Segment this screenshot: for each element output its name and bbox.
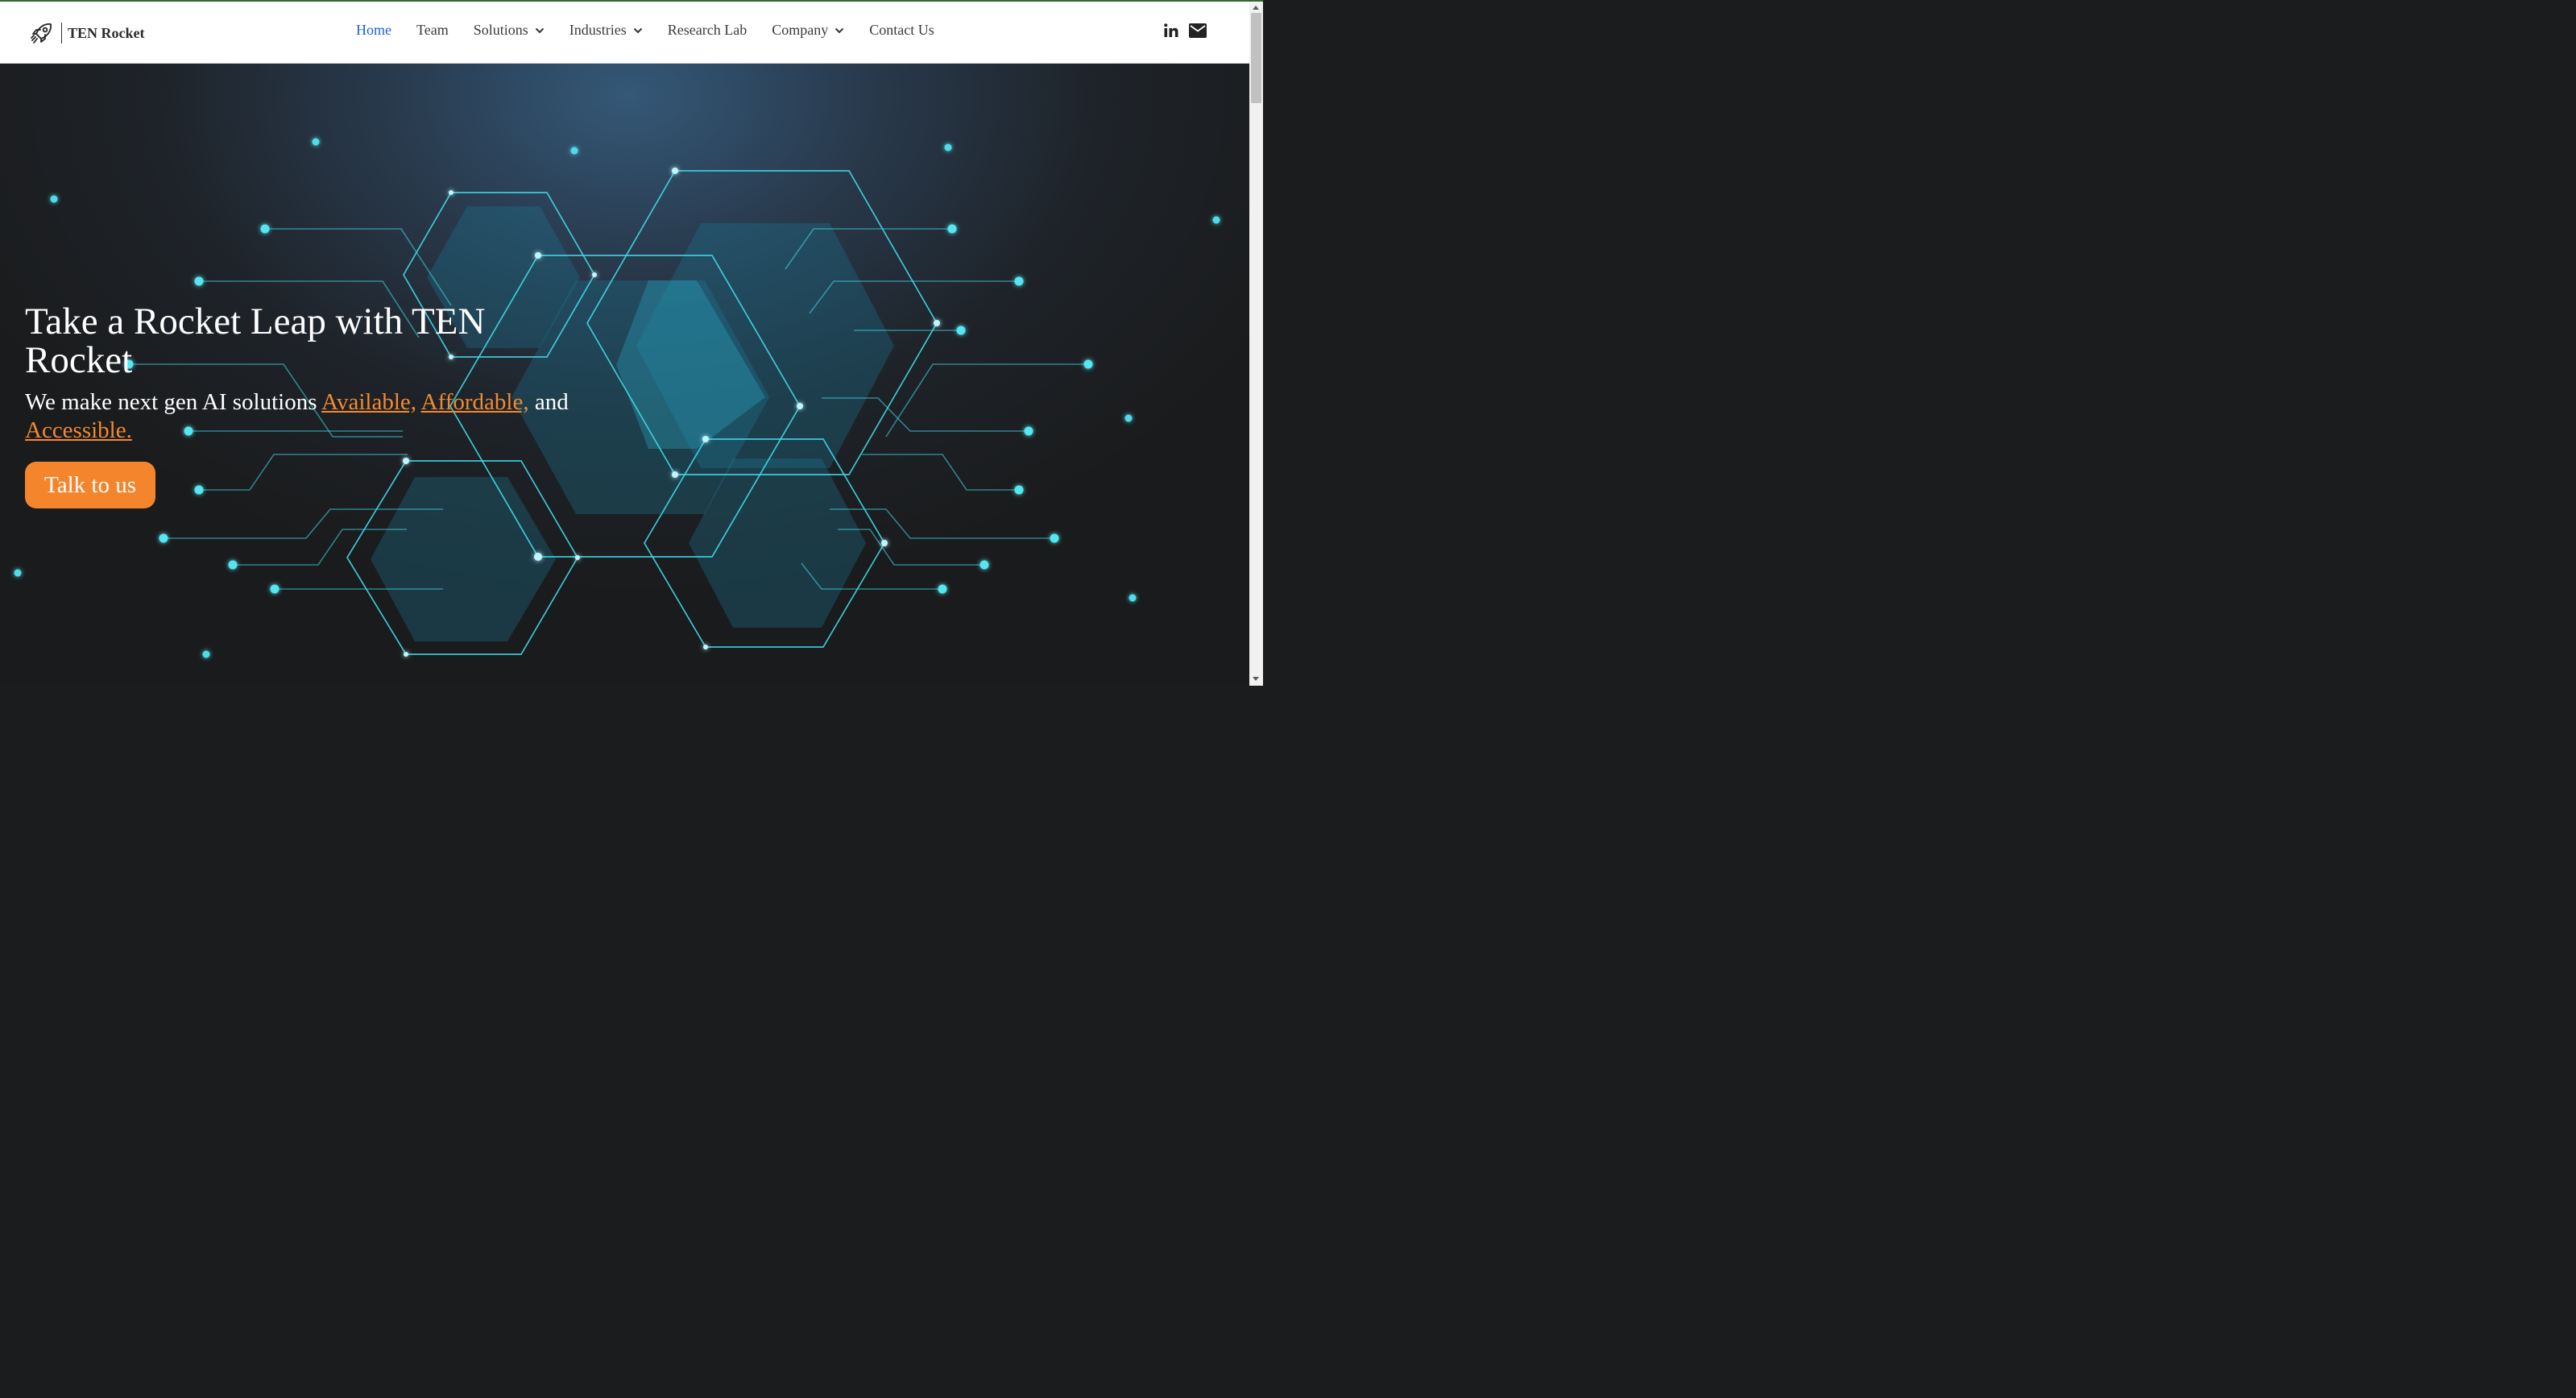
hero-subtitle-and: and <box>528 389 569 415</box>
social-links <box>1163 23 1207 39</box>
page-scrollbar[interactable] <box>1249 2 1263 686</box>
nav-team[interactable]: Team <box>416 22 449 39</box>
hero-title: Take a Rocket Leap with TEN Rocket <box>25 301 486 381</box>
nav-industries-label: Industries <box>569 22 627 38</box>
hero-subtitle-prefix: We make next gen AI solutions <box>25 389 322 415</box>
brand-logo[interactable]: TEN Rocket <box>29 19 145 47</box>
linkedin-icon[interactable] <box>1163 23 1179 39</box>
nav-solutions-label: Solutions <box>473 22 528 38</box>
scroll-up-arrow-icon[interactable] <box>1253 6 1259 10</box>
nav-company[interactable]: Company <box>772 22 844 39</box>
highlight-affordable[interactable]: Affordable, <box>421 389 529 415</box>
chevron-down-icon <box>835 27 844 33</box>
chevron-down-icon <box>633 27 642 33</box>
top-navbar: TEN Rocket Home Team Solutions Industrie… <box>0 2 1249 64</box>
hero-section: Take a Rocket Leap with TEN Rocket We ma… <box>0 64 1249 686</box>
talk-to-us-button[interactable]: Talk to us <box>25 462 155 508</box>
logo-divider <box>61 23 62 44</box>
mail-icon[interactable] <box>1189 23 1207 38</box>
nav-contact-us[interactable]: Contact Us <box>869 22 934 39</box>
nav-company-label: Company <box>772 22 829 38</box>
main-menu: Home Team Solutions Industries Research … <box>356 22 959 39</box>
nav-solutions[interactable]: Solutions <box>474 22 545 39</box>
hero-subtitle: We make next gen AI solutions Available,… <box>25 388 605 445</box>
nav-home[interactable]: Home <box>356 22 391 39</box>
chevron-down-icon <box>535 27 544 33</box>
rocket-icon <box>31 23 52 44</box>
highlight-accessible[interactable]: Accessible. <box>25 417 132 443</box>
nav-research-lab[interactable]: Research Lab <box>668 22 747 39</box>
nav-industries[interactable]: Industries <box>569 22 643 39</box>
scrollbar-thumb[interactable] <box>1251 13 1261 103</box>
scroll-down-arrow-icon[interactable] <box>1253 677 1259 681</box>
brand-name: TEN Rocket <box>68 24 145 41</box>
highlight-available[interactable]: Available, <box>321 389 416 415</box>
